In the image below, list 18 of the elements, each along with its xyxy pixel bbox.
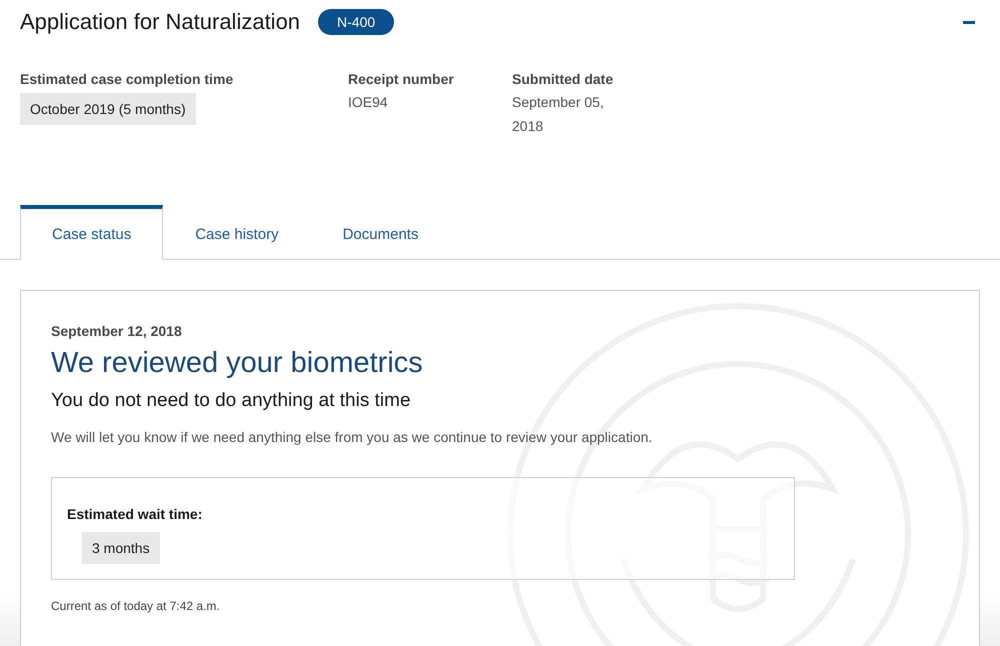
updated-time: Current as of today at 7:42 a.m.: [51, 599, 221, 613]
field-value: September 05, 2018: [512, 93, 605, 136]
field-label: Estimated case completion time: [20, 71, 234, 87]
form-number-badge: N-400: [318, 9, 394, 35]
field-label: Receipt number: [348, 71, 455, 87]
status-message: We will let you know if we need anything else from you as we continue to review your application.: [51, 429, 654, 445]
wait-time-label: Estimated wait time:: [67, 506, 204, 522]
field-label: Submitted date: [512, 71, 614, 87]
application-title: Application for Naturalization: [20, 9, 300, 35]
tab[interactable]: Case history: [163, 205, 311, 260]
status-date: September 12, 2018: [51, 323, 183, 339]
field-value: IOE94: [348, 93, 389, 112]
status-title: We reviewed your biometrics: [51, 347, 424, 380]
tab[interactable]: Case status: [20, 205, 164, 260]
field-value: October 2019 (5 months): [20, 93, 196, 125]
wait-time-value: 3 months: [82, 532, 160, 564]
tab[interactable]: Documents: [310, 205, 450, 260]
status-subtitle: You do not need to do anything at this time: [51, 390, 412, 412]
